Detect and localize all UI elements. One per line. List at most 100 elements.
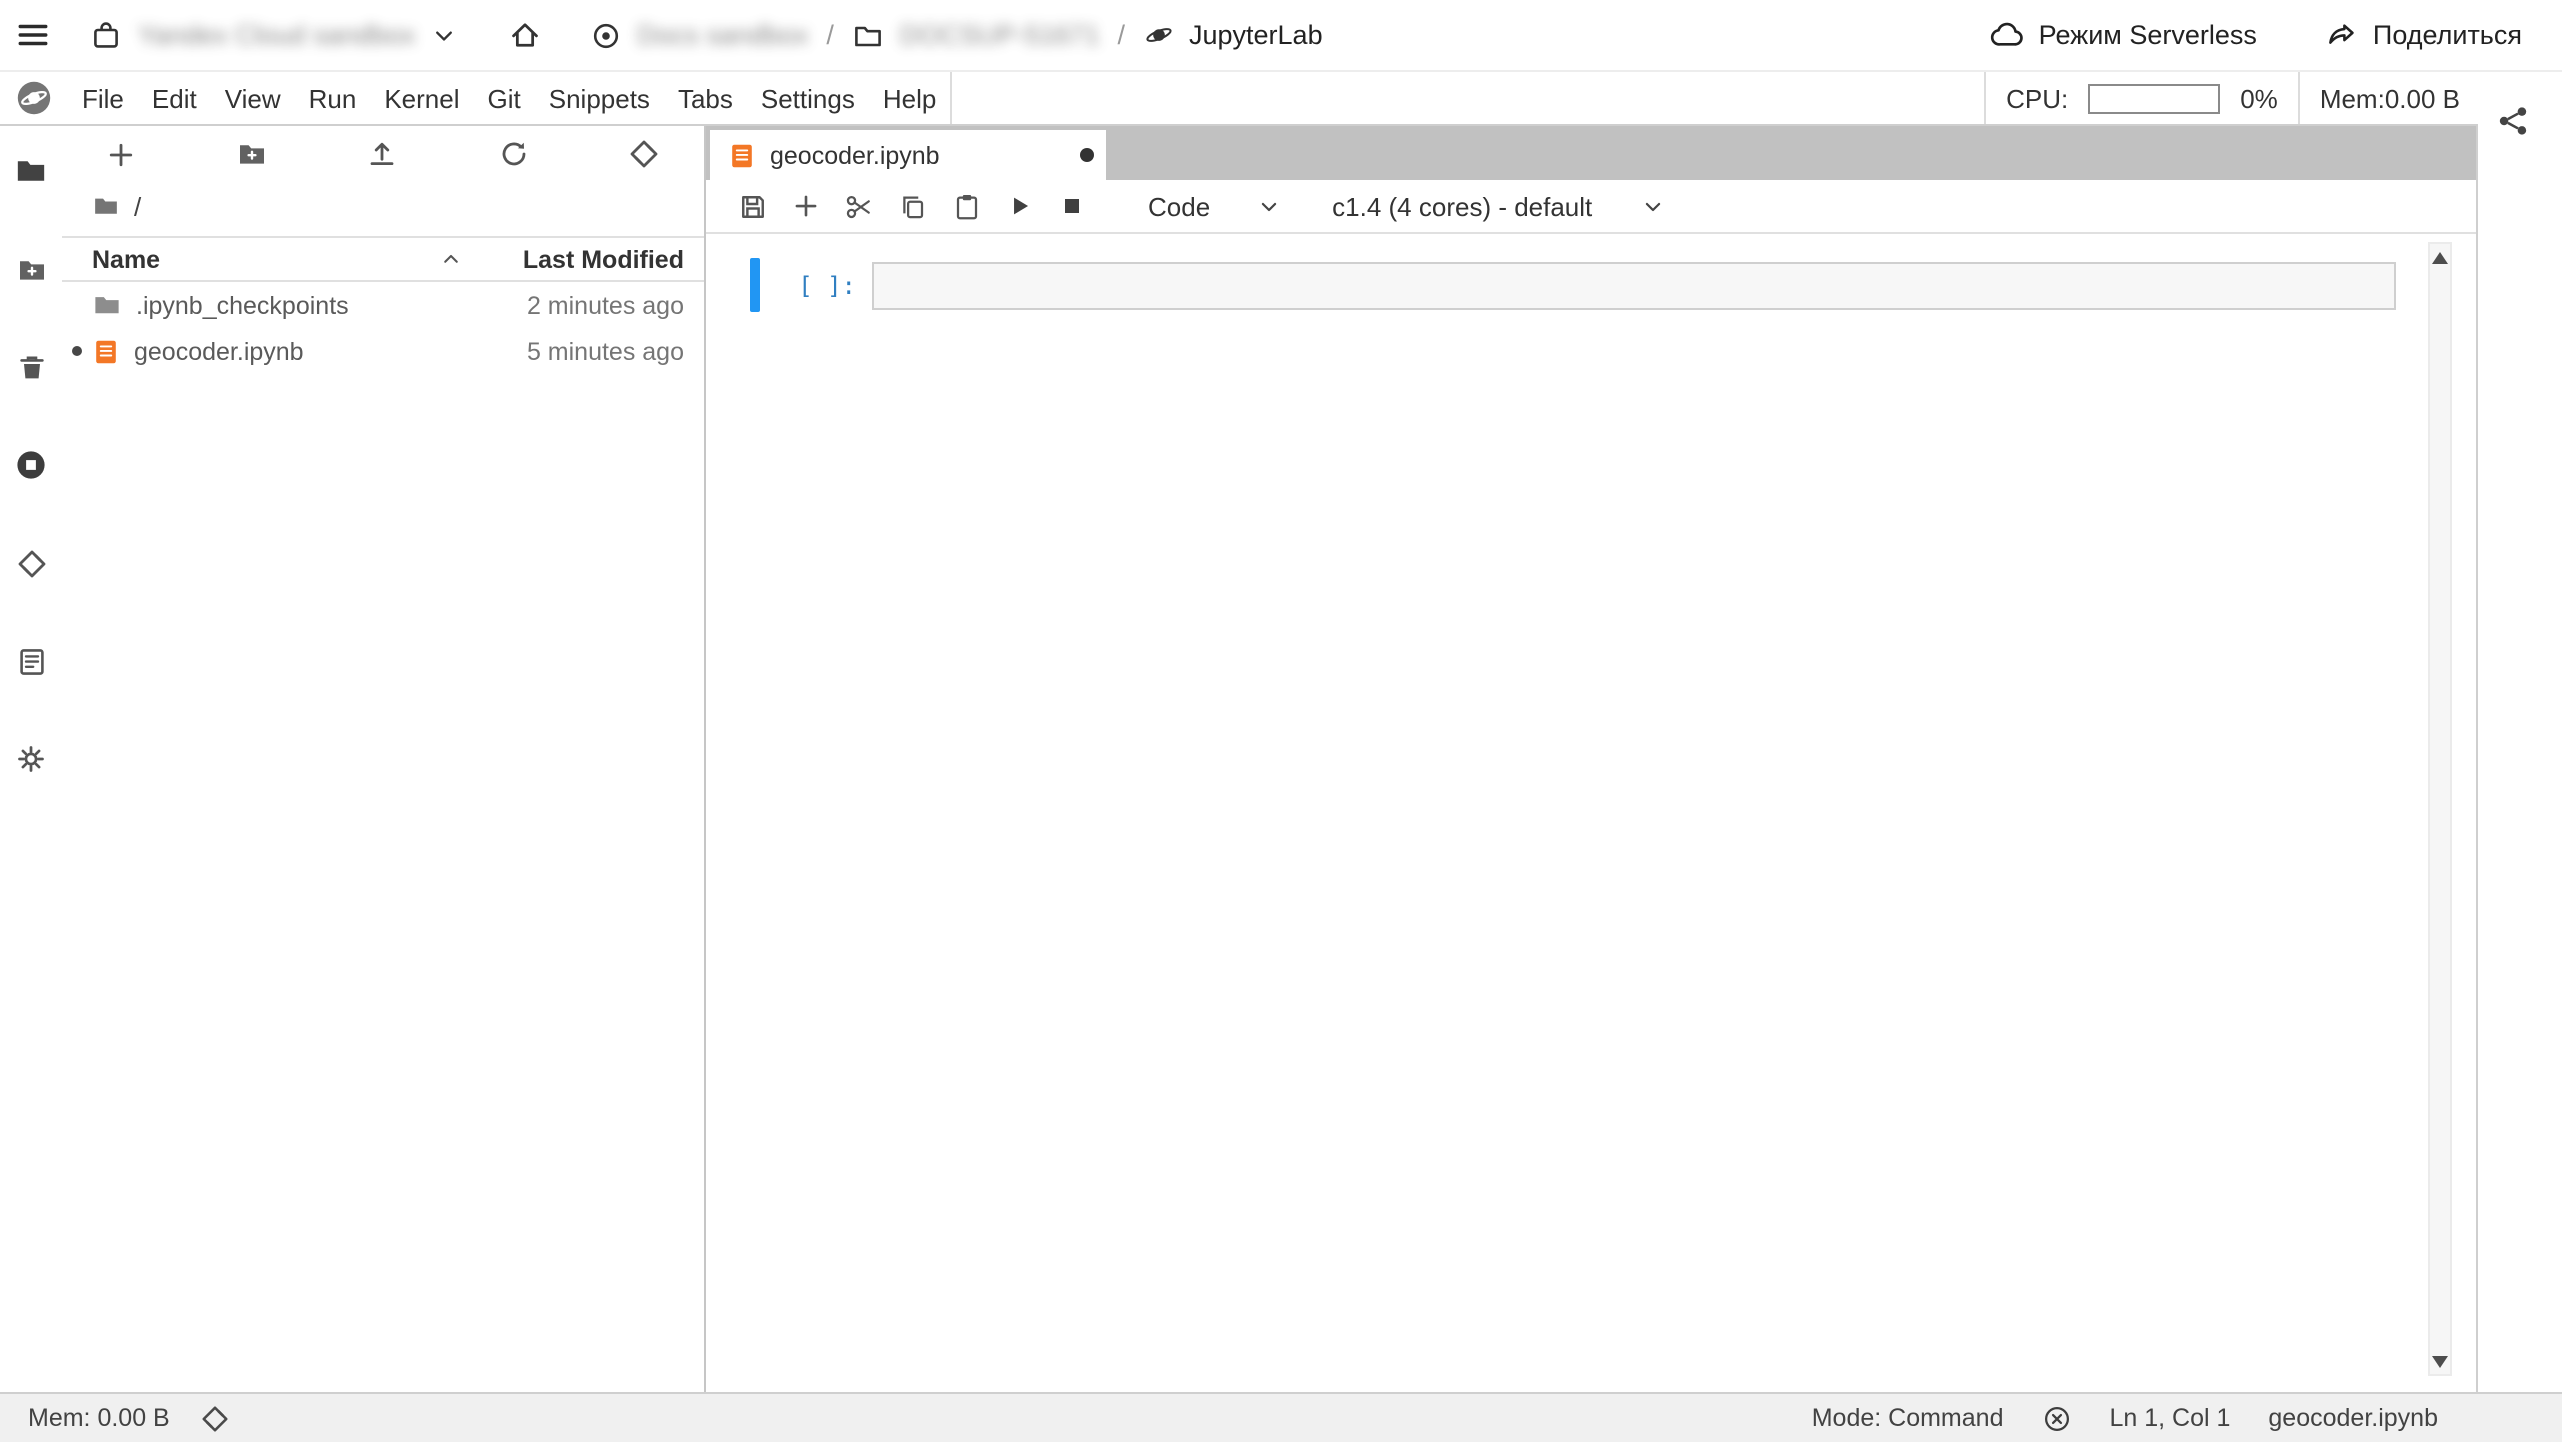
breadcrumb: / [62, 184, 704, 228]
scroll-up-button[interactable] [2430, 244, 2450, 270]
save-button[interactable] [738, 191, 768, 221]
active-filename: geocoder.ipynb [2268, 1404, 2438, 1432]
code-cell-input[interactable] [872, 262, 2396, 310]
chevron-down-icon [1642, 195, 1664, 217]
menu-tabs[interactable]: Tabs [664, 72, 747, 124]
org-name-redacted[interactable]: Yandex Cloud sandbox [138, 20, 415, 50]
cell-type-select[interactable]: Code [1148, 191, 1280, 221]
cell-collapser[interactable] [750, 258, 760, 312]
resource-monitor: CPU: 0% Mem:0.00 B [1984, 72, 2562, 124]
menu-view[interactable]: View [211, 72, 295, 124]
menu-run[interactable]: Run [295, 72, 371, 124]
git-tab-icon[interactable] [14, 546, 48, 580]
chevron-down-icon [1258, 195, 1280, 217]
cursor-position[interactable]: Ln 1, Col 1 [2109, 1404, 2230, 1432]
code-cell: [ ]: [750, 258, 2396, 312]
column-modified-label[interactable]: Last Modified [462, 245, 704, 273]
share-label: Поделиться [2373, 20, 2522, 50]
memory-usage: Mem: 0.00 B [28, 1404, 170, 1432]
notebook-mode[interactable]: Mode: Command [1812, 1404, 2004, 1432]
notebook-icon [92, 337, 120, 365]
file-row-notebook[interactable]: geocoder.ipynb 5 minutes ago [62, 328, 704, 374]
project-name-redacted[interactable]: Docs sandbox [637, 20, 808, 50]
menu-kernel[interactable]: Kernel [370, 72, 473, 124]
cell-type-value: Code [1148, 191, 1210, 221]
scroll-down-button[interactable] [2430, 1348, 2450, 1374]
left-activity-bar [0, 124, 62, 1392]
menu-git[interactable]: Git [474, 72, 535, 124]
file-modified: 2 minutes ago [464, 291, 704, 319]
file-name: .ipynb_checkpoints [136, 291, 349, 319]
status-bar: Mem: 0.00 B Mode: Command Ln 1, Col 1 ge… [0, 1392, 2562, 1442]
file-modified: 5 minutes ago [464, 337, 704, 365]
sort-ascending-icon[interactable] [440, 248, 462, 270]
copy-cells-button[interactable] [898, 191, 928, 221]
home-icon[interactable] [507, 18, 541, 52]
file-list-header: Name Last Modified [62, 236, 704, 282]
tab-title: geocoder.ipynb [770, 141, 940, 169]
menu-file[interactable]: File [68, 72, 138, 124]
file-row-checkpoints[interactable]: .ipynb_checkpoints 2 minutes ago [62, 282, 704, 328]
folder-icon [852, 19, 884, 51]
hamburger-menu-icon[interactable] [16, 18, 50, 52]
git-status-icon[interactable] [200, 1403, 230, 1433]
inspector-tab-icon[interactable] [14, 644, 48, 678]
jupyter-logo-icon [16, 80, 52, 116]
workspace: / Name Last Modified .ipynb_checkpoints [0, 124, 2562, 1392]
cell-prompt: [ ]: [760, 258, 872, 312]
menu-help[interactable]: Help [869, 72, 951, 124]
app-name: JupyterLab [1189, 20, 1323, 50]
run-cell-button[interactable] [1006, 192, 1034, 220]
topbar: Yandex Cloud sandbox Docs sandbox / DOCS… [0, 0, 2562, 72]
cpu-meter [2088, 83, 2220, 113]
interrupt-kernel-button[interactable] [1058, 192, 1086, 220]
kernel-status-icon[interactable] [2041, 1403, 2071, 1433]
new-folder-tab-icon[interactable] [14, 252, 48, 286]
menu-snippets[interactable]: Snippets [535, 72, 664, 124]
divider [1984, 72, 1986, 124]
menu-settings[interactable]: Settings [747, 72, 869, 124]
share-graph-icon[interactable] [2496, 104, 2530, 138]
add-cell-button[interactable] [792, 192, 820, 220]
new-folder-icon[interactable] [235, 138, 267, 170]
paste-cells-button[interactable] [952, 191, 982, 221]
file-browser-panel: / Name Last Modified .ipynb_checkpoints [62, 124, 706, 1392]
vertical-scrollbar[interactable] [2428, 242, 2452, 1376]
root-folder-icon[interactable] [92, 192, 120, 220]
share-button[interactable]: Поделиться [2325, 18, 2522, 52]
trash-tab-icon[interactable] [14, 350, 48, 384]
serverless-mode-label: Режим Serverless [2039, 20, 2257, 50]
settings-tab-icon[interactable] [14, 742, 48, 776]
menu-edit[interactable]: Edit [138, 72, 211, 124]
kernel-name: c1.4 (4 cores) - default [1332, 191, 1592, 221]
chevron-down-icon[interactable] [431, 23, 455, 47]
new-launcher-icon[interactable] [106, 139, 136, 169]
menubar: File Edit View Run Kernel Git Snippets T… [0, 72, 2562, 124]
divider [2298, 72, 2300, 124]
cpu-label: CPU: [2006, 83, 2068, 113]
task-name-redacted[interactable]: DOCSUP-51671 [900, 20, 1100, 50]
breadcrumb-separator: / [824, 20, 836, 50]
upload-icon[interactable] [366, 138, 398, 170]
serverless-mode-button[interactable]: Режим Serverless [1991, 18, 2257, 52]
cut-cells-button[interactable] [844, 191, 874, 221]
file-browser-tab-icon[interactable] [14, 154, 48, 188]
topbar-breadcrumb: Yandex Cloud sandbox Docs sandbox / DOCS… [16, 18, 1323, 52]
tab-geocoder-ipynb[interactable]: geocoder.ipynb [710, 130, 1106, 180]
jupyter-planet-icon [1143, 20, 1173, 50]
breadcrumb-root[interactable]: / [134, 191, 141, 221]
refresh-icon[interactable] [497, 138, 529, 170]
folder-icon [92, 290, 122, 320]
kernel-select[interactable]: c1.4 (4 cores) - default [1332, 191, 1664, 221]
git-clone-icon[interactable] [628, 138, 660, 170]
unsaved-indicator-dot [72, 346, 82, 356]
dirty-indicator-dot[interactable] [1080, 148, 1094, 162]
menu-divider [950, 72, 952, 124]
running-kernels-tab-icon[interactable] [14, 448, 48, 482]
notebook-icon [728, 141, 756, 169]
file-browser-toolbar [62, 124, 704, 184]
share-arrow-icon [2325, 18, 2359, 52]
column-name-label[interactable]: Name [92, 245, 160, 273]
right-gutter [2478, 124, 2562, 1392]
cloud-icon [1991, 18, 2025, 52]
